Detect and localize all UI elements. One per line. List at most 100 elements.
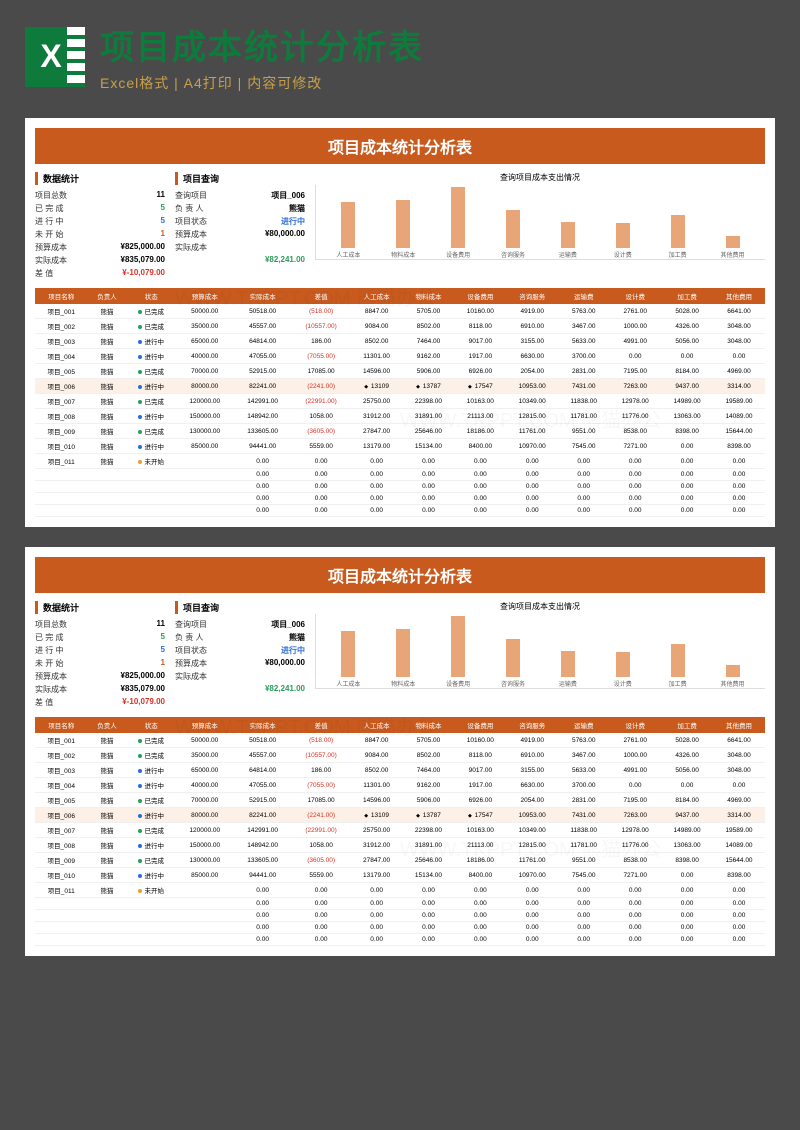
table-row: 0.000.00 0.00 0.00 0.00 0.00 0.00 0.00 0… [35, 469, 765, 481]
table-header: 设备费用 [454, 717, 506, 733]
stat-value: ¥-10,079.00 [122, 697, 165, 708]
table-header: 加工费 [661, 288, 713, 304]
table-header: 差值 [292, 288, 351, 304]
table-header: 设计费 [609, 288, 661, 304]
table-row: 项目_004熊猫进行中40000.0047055.00(7055.00) 113… [35, 349, 765, 364]
table-header: 项目名称 [35, 288, 87, 304]
stat-label: 差 值 [35, 697, 53, 708]
table-row: 0.000.00 0.00 0.00 0.00 0.00 0.00 0.00 0… [35, 505, 765, 517]
chart-bar-label: 设备费用 [446, 250, 470, 259]
stat-label: 项目总数 [35, 619, 67, 630]
table-header: 实际成本 [234, 717, 292, 733]
chart-bar [561, 222, 575, 248]
table-header: 运输费 [558, 717, 609, 733]
stat-value: ¥80,000.00 [265, 229, 305, 240]
stat-label: 项目状态 [175, 645, 207, 656]
stat-label: 已 完 成 [35, 632, 63, 643]
chart-title: 查询项目成本支出情况 [315, 601, 765, 612]
chart-bar-label: 加工费 [669, 250, 687, 259]
header-subtitle: Excel格式 | A4打印 | 内容可修改 [100, 73, 775, 93]
table-row: 项目_004熊猫进行中40000.0047055.00(7055.00) 113… [35, 778, 765, 793]
table-header: 负责人 [87, 288, 126, 304]
stat-value: 5 [161, 632, 165, 643]
spreadsheet-page: WWW.TKPPT.COM 熊猫办公WWW.TKPPT.COM 熊猫办公项目成本… [25, 547, 775, 956]
stat-value: 项目_006 [271, 190, 305, 201]
stat-value: 1 [161, 229, 165, 240]
stat-value: ¥825,000.00 [121, 242, 166, 253]
table-row: 项目_008熊猫进行中150000.00148942.001058.00 319… [35, 409, 765, 424]
stat-value: 熊猫 [289, 632, 305, 643]
chart-bar-label: 运输费 [559, 250, 577, 259]
table-row: 项目_002熊猫已完成35000.0045557.00(10557.00) 90… [35, 748, 765, 763]
table-header: 预算成本 [176, 288, 234, 304]
stat-value: ¥80,000.00 [265, 658, 305, 669]
table-header: 差值 [292, 717, 351, 733]
table-row: 项目_007熊猫已完成120000.00142991.00(22991.00) … [35, 823, 765, 838]
stat-label: 预算成本 [35, 242, 67, 253]
stat-label: 负 责 人 [175, 632, 203, 643]
chart-bar [561, 651, 575, 677]
table-header: 物料成本 [403, 717, 455, 733]
chart-bar-label: 咨询服务 [501, 679, 525, 688]
chart-title: 查询项目成本支出情况 [315, 172, 765, 183]
excel-icon-letter: X [40, 38, 61, 75]
page-title: 项目成本统计分析表 [35, 128, 765, 164]
stat-label: 实际成本 [175, 242, 207, 253]
stats-title-2: 项目查询 [175, 601, 305, 614]
chart-bar-label: 设备费用 [446, 679, 470, 688]
table-row: 项目_009熊猫已完成130000.00133605.00(3605.00) 2… [35, 853, 765, 868]
chart-bar [616, 652, 630, 677]
stat-label: 负 责 人 [175, 203, 203, 214]
table-row: 项目_003熊猫进行中65000.0064814.00186.00 8502.0… [35, 334, 765, 349]
stat-label: 未 开 始 [35, 658, 63, 669]
stat-value: 熊猫 [289, 203, 305, 214]
spreadsheet-page: WWW.TKPPT.COM 熊猫办公WWW.TKPPT.COM 熊猫办公项目成本… [25, 118, 775, 527]
table-row: 项目_010熊猫进行中85000.0094441.005559.00 13179… [35, 868, 765, 883]
stat-value: 11 [157, 190, 165, 201]
table-row: 项目_010熊猫进行中85000.0094441.005559.00 13179… [35, 439, 765, 454]
chart-area: 查询项目成本支出情况人工成本物料成本设备费用咨询服务运输费设计费加工费其他费用 [315, 601, 765, 709]
chart-bar [726, 665, 740, 677]
chart-bar [726, 236, 740, 248]
chart-bar [341, 202, 355, 248]
table-header: 其他费用 [713, 717, 765, 733]
stat-value: 进行中 [281, 216, 305, 227]
stat-value: 项目_006 [271, 619, 305, 630]
table-row: 项目_006熊猫进行中80000.0082241.00(2241.00) 131… [35, 379, 765, 394]
chart-bar-label: 咨询服务 [501, 250, 525, 259]
stat-label: 项目总数 [35, 190, 67, 201]
bar-chart: 人工成本物料成本设备费用咨询服务运输费设计费加工费其他费用 [315, 185, 765, 260]
stat-value: 5 [161, 645, 165, 656]
pages-container: WWW.TKPPT.COM 熊猫办公WWW.TKPPT.COM 熊猫办公项目成本… [0, 108, 800, 966]
header-text: 项目成本统计分析表 Excel格式 | A4打印 | 内容可修改 [100, 20, 775, 93]
stats-title-1: 数据统计 [35, 601, 165, 614]
stat-label: 实际成本 [35, 255, 67, 266]
chart-bar [396, 200, 410, 248]
chart-bar [451, 616, 465, 677]
stat-label: 查询项目 [175, 619, 207, 630]
table-row: 项目_006熊猫进行中80000.0082241.00(2241.00) 131… [35, 808, 765, 823]
chart-bar [671, 215, 685, 248]
stat-label: 查询项目 [175, 190, 207, 201]
stat-value: ¥82,241.00 [265, 684, 305, 693]
stat-label: 进 行 中 [35, 216, 63, 227]
stat-label: 预算成本 [175, 229, 207, 240]
table-row: 项目_005熊猫已完成70000.0052915.0017085.00 1459… [35, 364, 765, 379]
table-header: 预算成本 [176, 717, 234, 733]
table-header: 设备费用 [454, 288, 506, 304]
cost-table: 项目名称负责人状态预算成本实际成本差值人工成本物料成本设备费用咨询服务运输费设计… [35, 717, 765, 946]
table-row: 0.000.00 0.00 0.00 0.00 0.00 0.00 0.00 0… [35, 922, 765, 934]
chart-bar [506, 639, 520, 677]
stat-label: 项目状态 [175, 216, 207, 227]
table-header: 负责人 [87, 717, 126, 733]
stats-title-2: 项目查询 [175, 172, 305, 185]
chart-bar-label: 其他费用 [721, 250, 745, 259]
table-row: 项目_008熊猫进行中150000.00148942.001058.00 319… [35, 838, 765, 853]
chart-bar-label: 设计费 [614, 679, 632, 688]
table-row: 项目_005熊猫已完成70000.0052915.0017085.00 1459… [35, 793, 765, 808]
table-row: 项目_001熊猫已完成50000.0050518.00(518.00) 8847… [35, 304, 765, 319]
table-row: 0.000.00 0.00 0.00 0.00 0.00 0.00 0.00 0… [35, 898, 765, 910]
stat-value: ¥835,079.00 [121, 255, 166, 266]
table-row: 0.000.00 0.00 0.00 0.00 0.00 0.00 0.00 0… [35, 934, 765, 946]
chart-bar-label: 物料成本 [391, 679, 415, 688]
